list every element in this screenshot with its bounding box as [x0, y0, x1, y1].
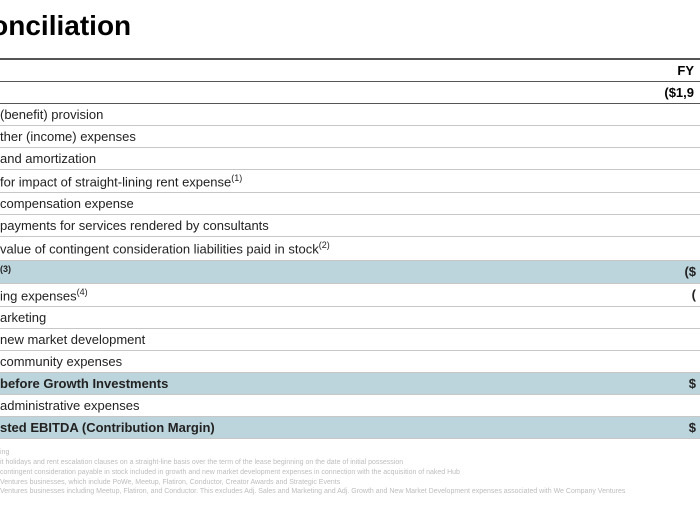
- table-row: (3)($: [0, 261, 700, 284]
- footnote-line: Ventures businesses, which include PoWe,…: [0, 479, 700, 488]
- table-row: new market development: [0, 329, 700, 351]
- row-label: and amortization: [0, 151, 696, 166]
- footnote-line: contingent consideration payable in stoc…: [0, 469, 700, 478]
- row-label: ther (income) expenses: [0, 129, 696, 144]
- row-label: (benefit) provision: [0, 107, 696, 122]
- table-subheader: ($1,9: [0, 82, 700, 104]
- table-row: compensation expense: [0, 193, 700, 215]
- footnotes: ingit holidays and rent escalation claus…: [0, 449, 700, 497]
- table-row: before Growth Investments$: [0, 373, 700, 395]
- row-label: new market development: [0, 332, 696, 347]
- table-row: value of contingent consideration liabil…: [0, 237, 700, 260]
- row-label: for impact of straight-lining rent expen…: [0, 173, 696, 189]
- row-label: compensation expense: [0, 196, 696, 211]
- table-row: payments for services rendered by consul…: [0, 215, 700, 237]
- footnote-line: Ventures businesses including Meetup, Fl…: [0, 488, 700, 497]
- row-value: ($: [656, 264, 696, 280]
- table-header: FY: [0, 58, 700, 82]
- row-label: value of contingent consideration liabil…: [0, 240, 696, 256]
- row-label: community expenses: [0, 354, 696, 369]
- page-title: econciliation: [0, 0, 700, 50]
- table-row: administrative expenses: [0, 395, 700, 417]
- table-row: arketing: [0, 307, 700, 329]
- table-row: (benefit) provision: [0, 104, 700, 126]
- reconciliation-table: FY ($1,9 (benefit) provision ther (income…: [0, 58, 700, 439]
- row-label: payments for services rendered by consul…: [0, 218, 696, 233]
- row-label: sted EBITDA (Contribution Margin): [0, 420, 656, 435]
- row-label: administrative expenses: [0, 398, 696, 413]
- table-row: ing expenses(4)(: [0, 284, 700, 307]
- table-row: community expenses: [0, 351, 700, 373]
- row-value: $: [656, 376, 696, 391]
- row-label: (3): [0, 264, 656, 280]
- row-label: before Growth Investments: [0, 376, 656, 391]
- row-label: ing expenses(4): [0, 287, 656, 303]
- footnote-line: it holidays and rent escalation clauses …: [0, 459, 700, 468]
- table-row: sted EBITDA (Contribution Margin)$: [0, 417, 700, 439]
- row-value: $: [656, 420, 696, 435]
- row-value: (: [656, 287, 696, 303]
- table-row: ther (income) expenses: [0, 126, 700, 148]
- table-row: and amortization: [0, 148, 700, 170]
- row-label: arketing: [0, 310, 696, 325]
- footnote-line: ing: [0, 449, 700, 458]
- table-row: for impact of straight-lining rent expen…: [0, 170, 700, 193]
